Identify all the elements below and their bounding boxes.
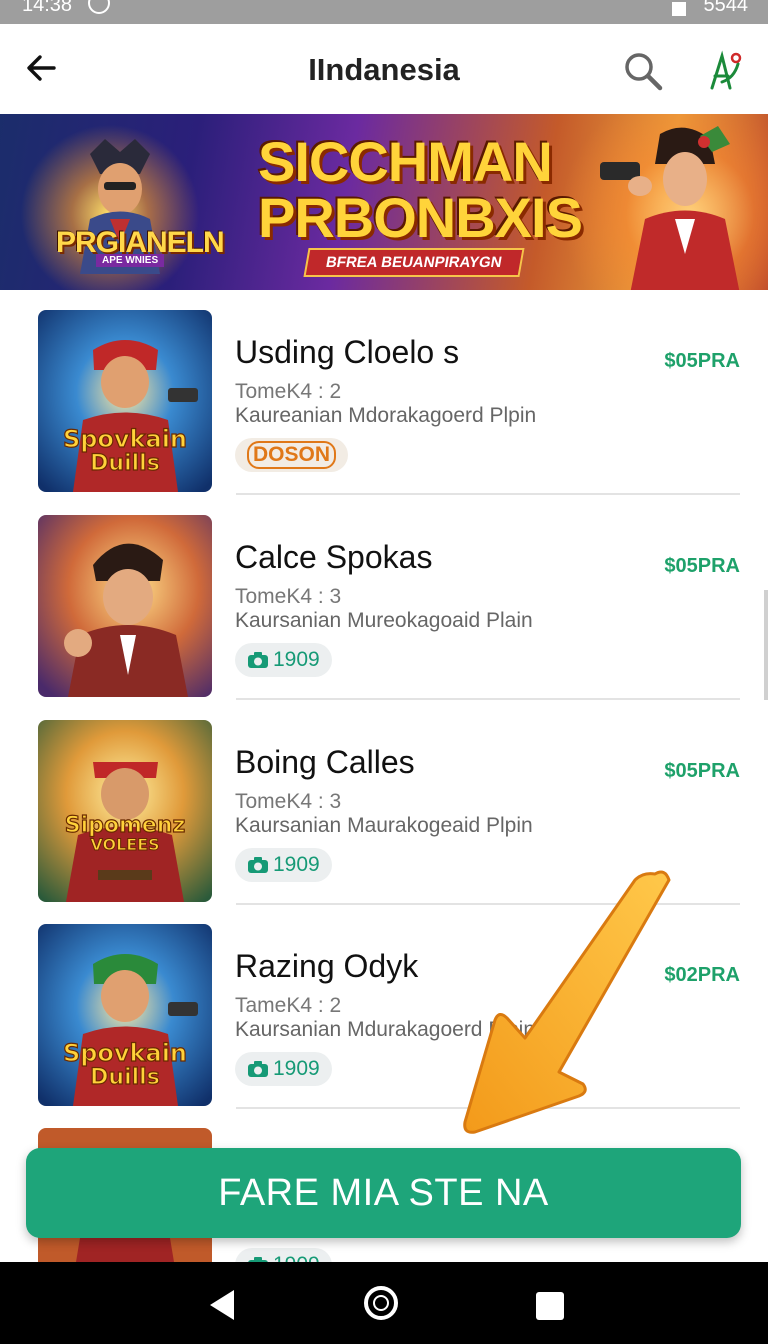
game-thumbnail[interactable] xyxy=(38,515,212,697)
banner-left-subtitle: APE WNIES xyxy=(96,254,165,267)
banner-hero-right xyxy=(600,126,740,290)
camera-icon xyxy=(248,1061,268,1077)
thumb-text-2: Duills xyxy=(90,1065,160,1090)
game-price: $05PRA xyxy=(664,760,740,782)
camera-icon xyxy=(248,857,268,873)
primary-cta-button[interactable]: FARE MIA STE NA xyxy=(26,1148,741,1238)
pointer-arrow-icon xyxy=(463,870,671,1134)
scrollbar[interactable] xyxy=(764,590,768,700)
player-count-badge[interactable]: 1909 xyxy=(235,643,332,677)
game-meta: TameK4 : 2 xyxy=(235,994,342,1017)
status-bar: 14:38 5544 xyxy=(0,0,768,24)
player-count: 1909 xyxy=(273,1057,320,1080)
game-title: Boing Calles xyxy=(235,744,415,780)
promo-banner[interactable]: PRGIANELN APE WNIES SICCHMAN PRBONBXIS B… xyxy=(0,114,768,290)
game-description: Kaursanian Mureokagoaid Plain xyxy=(235,609,533,632)
battery-level: 5544 xyxy=(703,0,749,16)
player-count-badge[interactable]: 1909 xyxy=(235,848,332,882)
game-description: Kaureanian Mdorakagoerd Plpin xyxy=(235,404,537,427)
game-thumbnail[interactable]: Sipomenz VOLEES xyxy=(38,720,212,902)
status-badge[interactable]: DOSON xyxy=(235,438,349,472)
app-bar: IIndanesia xyxy=(0,24,768,114)
nav-back-icon[interactable] xyxy=(206,1288,238,1322)
thumb-text-1: Spovkain xyxy=(63,1039,187,1067)
game-meta: TomeK4 : 3 xyxy=(235,585,342,608)
banner-headline-line1: SICCHMAN xyxy=(258,130,553,193)
status-time: 14:38 xyxy=(22,0,73,16)
thumb-text-2: Duills xyxy=(90,451,160,476)
game-title: Razing Odyk xyxy=(235,948,419,984)
thumb-text-1: Spovkain xyxy=(63,425,187,453)
game-thumbnail[interactable]: Spovkain Duills xyxy=(38,310,212,492)
list-item[interactable]: Calce Spokas TomeK4 : 3 Kaursanian Mureo… xyxy=(0,495,768,700)
list-item[interactable]: Spovkain Duills Usding Cloelo s TomeK4 :… xyxy=(0,290,768,495)
game-title: Usding Cloelo s xyxy=(235,334,460,370)
system-nav-bar xyxy=(0,1262,768,1344)
game-price: $05PRA xyxy=(664,555,740,577)
profile-icon[interactable] xyxy=(700,48,746,94)
banner-headline-line2: PRBONBXIS xyxy=(258,186,583,249)
battery-icon xyxy=(671,1,686,16)
game-price: $05PRA xyxy=(664,350,740,372)
status-icons: 5544 xyxy=(671,0,749,17)
nav-home-icon[interactable] xyxy=(364,1286,398,1320)
banner-strip: BFREA BEUANPIRAYGN xyxy=(303,248,525,277)
game-meta: TomeK4 : 3 xyxy=(235,790,342,813)
game-meta: TomeK4 : 2 xyxy=(235,380,342,403)
nav-recents-icon[interactable] xyxy=(536,1292,564,1320)
game-title: Calce Spokas xyxy=(235,539,433,575)
player-count: 1909 xyxy=(273,648,320,671)
notification-icon xyxy=(88,0,110,14)
banner-headline: SICCHMAN PRBONBXIS xyxy=(258,130,583,249)
camera-icon xyxy=(248,652,268,668)
game-thumbnail[interactable]: Spovkain Duills xyxy=(38,924,212,1106)
thumb-text-2: VOLEES xyxy=(90,835,159,854)
game-description: Kaursanian Maurakogeaid Plpin xyxy=(235,814,533,837)
search-icon[interactable] xyxy=(622,50,664,92)
player-count-badge[interactable]: 1909 xyxy=(235,1052,332,1086)
player-count: 1909 xyxy=(273,853,320,876)
